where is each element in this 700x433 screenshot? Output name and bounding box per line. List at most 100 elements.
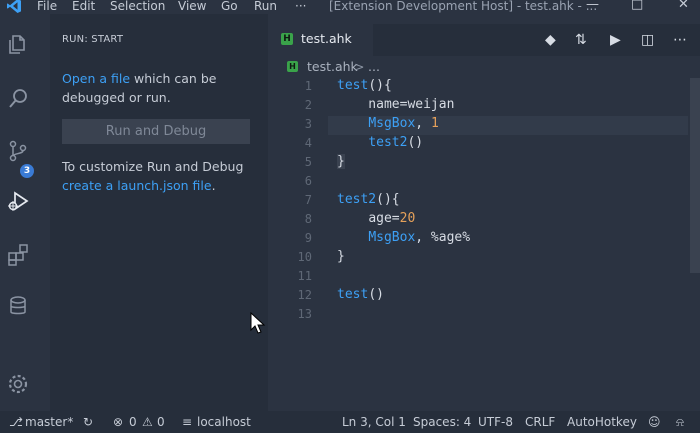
cursor-position[interactable]: Ln 3, Col 1 <box>342 415 406 429</box>
code-line: 5 } <box>268 154 688 173</box>
database-icon[interactable]: ≡ <box>182 415 192 429</box>
sync-icon[interactable]: ↻ <box>83 415 93 429</box>
tab-label: test.ahk <box>301 31 352 46</box>
warning-icon[interactable]: ⚠ <box>142 415 153 429</box>
line-number: 2 <box>304 98 312 112</box>
close-icon[interactable]: ✕ <box>678 0 689 12</box>
more-actions-icon[interactable]: ⋯ <box>673 32 687 48</box>
line-number: 7 <box>304 193 312 207</box>
run-sidebar: RUN: START Open a file which can be debu… <box>50 14 268 411</box>
extensions-icon[interactable] <box>5 242 31 268</box>
menu-edit[interactable]: Edit <box>72 0 95 13</box>
code-line: 4 test2() <box>268 135 688 154</box>
line-number: 13 <box>297 307 312 321</box>
code-line: 8 age=20 <box>268 211 688 230</box>
customize-end: . <box>211 178 216 193</box>
tab-test-ahk[interactable]: H test.ahk <box>268 24 373 56</box>
git-compare-icon[interactable]: ◆ <box>545 32 556 48</box>
settings-gear-icon[interactable] <box>5 371 31 397</box>
feedback-icon[interactable]: ☺ <box>648 415 661 429</box>
notifications-bell-icon[interactable]: ⍾ <box>676 415 684 430</box>
language-mode[interactable]: AutoHotkey <box>567 415 637 429</box>
code-token: 20 <box>399 211 416 226</box>
run-file-icon[interactable]: ▶ <box>610 32 621 48</box>
code-token: MsgBox <box>368 230 416 245</box>
code-token: } <box>337 249 345 264</box>
line-number: 10 <box>297 250 312 264</box>
search-icon[interactable] <box>5 86 31 112</box>
warning-count[interactable]: 0 <box>157 415 165 429</box>
code-line: 12 test() <box>268 287 688 306</box>
branch-name[interactable]: master* <box>25 415 73 429</box>
code-token: 1 <box>430 116 439 131</box>
files-icon[interactable] <box>5 31 31 57</box>
line-number: 9 <box>304 231 312 245</box>
code-token: () <box>368 287 384 302</box>
encoding[interactable]: UTF-8 <box>478 415 513 429</box>
error-icon[interactable]: ⊗ <box>113 415 123 429</box>
error-count[interactable]: 0 <box>129 415 137 429</box>
menu-file[interactable]: File <box>37 0 57 13</box>
code-token: () <box>407 135 424 150</box>
customize-text: To customize Run and Debug <box>62 159 244 174</box>
code-line: 11 <box>268 268 688 287</box>
source-control-icon[interactable] <box>5 138 31 164</box>
line-number: 12 <box>297 288 312 302</box>
menu-view[interactable]: View <box>178 0 206 13</box>
run-debug-icon[interactable] <box>5 188 31 214</box>
line-number: 4 <box>304 136 312 150</box>
git-branch-icon[interactable]: ⎇ <box>9 415 23 429</box>
menu-go[interactable]: Go <box>221 0 238 13</box>
code-token: age= <box>368 211 400 226</box>
customize-message: To customize Run and Debug create a laun… <box>62 157 262 195</box>
ahk-file-icon: H <box>287 61 298 72</box>
line-number: 6 <box>304 174 312 188</box>
line-number: 11 <box>297 269 312 283</box>
indentation[interactable]: Spaces: 4 <box>413 415 471 429</box>
database-icon[interactable] <box>5 293 31 319</box>
code-token: test <box>337 78 369 93</box>
code-token: , <box>415 116 431 131</box>
code-line: 13 <box>268 306 688 325</box>
sidebar-title: RUN: START <box>62 34 124 45</box>
open-changes-icon[interactable]: ⇅ <box>575 32 587 48</box>
menu-more[interactable]: ··· <box>295 0 306 13</box>
code-line: 6 <box>268 173 688 192</box>
menu-selection[interactable]: Selection <box>110 0 165 13</box>
split-editor-icon[interactable]: ◫ <box>641 32 654 48</box>
scm-badge: 3 <box>20 164 34 178</box>
code-token: , %age% <box>415 230 471 245</box>
run-and-debug-button[interactable]: Run and Debug <box>62 119 250 144</box>
status-bar: ⎇ master* ↻ ⊗ 0 ⚠ 0 ≡ localhost Ln 3, Co… <box>0 411 700 433</box>
code-line: 3 MsgBox, 1 <box>268 116 688 135</box>
maximize-icon[interactable]: □ <box>631 0 643 12</box>
menu-run[interactable]: Run <box>254 0 277 13</box>
breadcrumb: H test.ahk > ... <box>268 56 700 78</box>
breadcrumb-symbols[interactable]: ... <box>368 59 380 74</box>
code-line: 2 name=weijan <box>268 97 688 116</box>
vscode-logo-icon <box>7 0 21 13</box>
code-token: (){ <box>368 78 392 93</box>
line-number: 3 <box>304 117 312 131</box>
editor-tab-bar: H test.ahk ◆ ⇅ ▶ ◫ ⋯ <box>268 24 700 56</box>
line-number: 5 <box>304 155 312 169</box>
title-bar: File Edit Selection View Go Run ··· [Ext… <box>0 0 700 14</box>
line-number: 8 <box>304 212 312 226</box>
code-editor[interactable]: 1 test(){ 2 name=weijan 3 MsgBox, 1 4 te… <box>268 78 688 411</box>
code-line: 9 MsgBox, %age% <box>268 230 688 249</box>
window-title: [Extension Development Host] - test.ahk … <box>329 0 598 13</box>
code-token: test2 <box>368 135 408 150</box>
editor-scrollbar[interactable] <box>690 78 700 273</box>
remote-host[interactable]: localhost <box>197 415 251 429</box>
code-line: 7 test2(){ <box>268 192 688 211</box>
code-token: test <box>337 287 369 302</box>
line-ending[interactable]: CRLF <box>525 415 555 429</box>
ahk-file-icon: H <box>281 33 293 45</box>
create-launch-json-link[interactable]: create a launch.json file <box>62 178 212 193</box>
code-token: (){ <box>376 192 400 207</box>
minimize-icon[interactable]: — <box>586 0 599 12</box>
open-file-link[interactable]: Open a file <box>62 71 130 86</box>
code-token: MsgBox <box>368 116 416 131</box>
line-number: 1 <box>304 79 312 93</box>
breadcrumb-file[interactable]: test.ahk <box>307 59 358 74</box>
